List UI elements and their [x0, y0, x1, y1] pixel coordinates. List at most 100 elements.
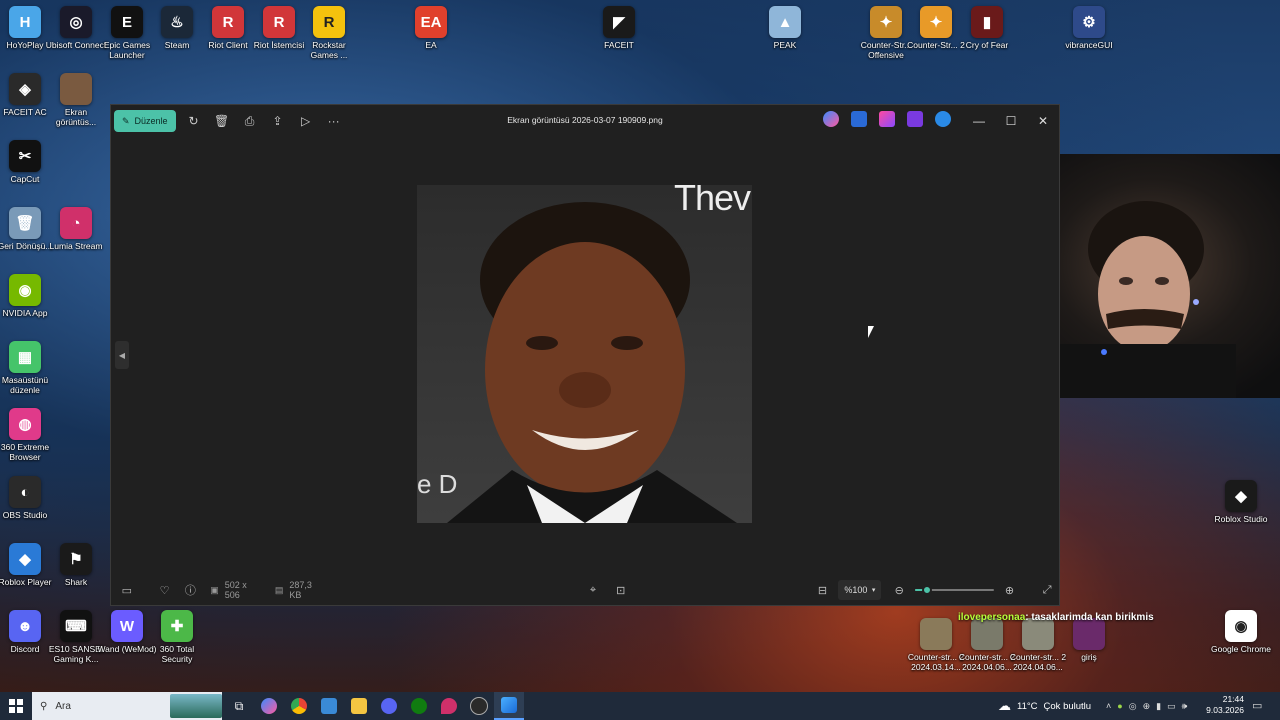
roblox-icon: ◆: [9, 543, 41, 575]
desktop-icon[interactable]: ✂ CapCut: [0, 140, 56, 184]
task-view-icon[interactable]: ⧉: [224, 692, 254, 720]
desktop-icon[interactable]: ◉ Google Chrome: [1210, 610, 1272, 654]
clock[interactable]: 21:44 9.03.2026: [1196, 694, 1244, 716]
network-icon[interactable]: ▭: [1167, 701, 1176, 712]
fit-to-window-icon[interactable]: ⊟: [811, 577, 835, 603]
ocr-icon[interactable]: ⊡: [609, 577, 633, 603]
zoom-slider[interactable]: [915, 583, 994, 597]
onedrive-icon[interactable]: [935, 111, 951, 127]
notifications-icon[interactable]: ▭: [1252, 699, 1262, 712]
designer-icon[interactable]: [851, 111, 867, 127]
favorite-icon[interactable]: ♡: [153, 577, 177, 603]
desktop-icon[interactable]: ◔ Lumia Stream: [45, 207, 107, 251]
clipchamp-video-icon[interactable]: [907, 111, 923, 127]
desktop-icon[interactable]: ⚙ vibranceGUI: [1058, 6, 1120, 50]
app-integrations: [823, 111, 951, 127]
displayed-image: Thev e D: [417, 185, 752, 523]
windows-start-icon[interactable]: [0, 692, 32, 720]
desktop-icon-label: Cry of Fear: [965, 40, 1009, 50]
desktop-icon-label: PEAK: [773, 40, 797, 50]
maximize-icon[interactable]: ☐: [995, 105, 1027, 137]
filmstrip-icon[interactable]: ▭: [115, 577, 139, 603]
minimize-icon[interactable]: —: [963, 105, 995, 137]
desktop-icon-label: Riot Client: [208, 40, 248, 50]
edit-button[interactable]: ✎ Düzenle: [114, 110, 176, 132]
counter-strike-icon: ✦: [870, 6, 902, 38]
desktop-icon[interactable]: Ekran görüntüs...: [45, 73, 107, 127]
desktop-icon[interactable]: giriş: [1058, 618, 1120, 662]
desktop-icon-label: Shark: [64, 577, 88, 587]
desktop-icon-label: OBS Studio: [2, 510, 48, 520]
desktop-icon-label: CapCut: [10, 174, 40, 184]
volume-icon[interactable]: 🕪: [1182, 701, 1188, 712]
info-icon[interactable]: ⓘ: [178, 577, 202, 603]
share-icon[interactable]: ⇪: [264, 109, 292, 133]
delete-icon[interactable]: 🗑: [208, 109, 236, 133]
desktop-icon[interactable]: ◆ Roblox Studio: [1210, 480, 1272, 524]
discord-taskbar-icon[interactable]: [374, 692, 404, 720]
zoom-select[interactable]: %100 ▾: [838, 580, 882, 600]
tray-app-icon[interactable]: ⊕: [1143, 701, 1151, 712]
close-icon[interactable]: ✕: [1027, 105, 1059, 137]
desktop-icon[interactable]: EA EA: [400, 6, 462, 50]
weather-widget[interactable]: ☁ 11°C Çok bulutlu: [998, 692, 1091, 720]
discord-icon: ☻: [9, 610, 41, 642]
desktop-icon-label: Lumia Stream: [49, 241, 103, 251]
wand-icon: W: [111, 610, 143, 642]
taskbar-search[interactable]: ⚲ Ara: [32, 692, 222, 720]
zoom-in-icon[interactable]: ⊕: [998, 577, 1022, 603]
obs-taskbar-icon[interactable]: [464, 692, 494, 720]
copilot-icon[interactable]: [823, 111, 839, 127]
app-taskbar-icon[interactable]: [314, 692, 344, 720]
search-highlight-graphic: [170, 694, 222, 718]
desktop-icon[interactable]: ✚ 360 Total Security: [146, 610, 208, 664]
zoom-out-icon[interactable]: ⊖: [887, 577, 911, 603]
obs-icon: ◐: [9, 476, 41, 508]
visual-search-icon[interactable]: ⌖: [581, 577, 605, 603]
capcut-icon: ✂: [9, 140, 41, 172]
zoom-value: %100: [844, 585, 868, 595]
desktop-icon-label: Riot İstemcisi: [253, 40, 305, 50]
desktop-icon-label: Roblox Player: [0, 577, 52, 587]
slideshow-icon[interactable]: ▷: [292, 109, 320, 133]
tray-app-icon[interactable]: ●: [1117, 701, 1122, 711]
fullscreen-icon[interactable]: ⤢: [1035, 577, 1059, 603]
copilot-taskbar-icon[interactable]: [254, 692, 284, 720]
microphone-icon[interactable]: ▮: [1156, 701, 1161, 712]
desktop-icon[interactable]: ◍ 360 Extreme Browser: [0, 408, 56, 462]
desktop-icon[interactable]: ◉ NVIDIA App: [0, 274, 56, 318]
print-icon[interactable]: ⎙: [236, 109, 264, 133]
cry-of-fear-icon: ▮: [971, 6, 1003, 38]
security-360-icon: ✚: [161, 610, 193, 642]
chat-message: : tasaklarimda kan birikmis: [1025, 612, 1154, 623]
more-options-icon[interactable]: ···: [320, 109, 348, 133]
chevron-down-icon: ▾: [871, 587, 876, 594]
chevron-up-icon[interactable]: ˄: [1106, 701, 1111, 711]
counter-strike-icon: ✦: [920, 6, 952, 38]
image-dimensions: 502 x 506: [224, 580, 247, 600]
rockstar-icon: R: [313, 6, 345, 38]
desktop-icon[interactable]: ◤ FACEIT: [588, 6, 650, 50]
nvidia-icon: ◉: [9, 274, 41, 306]
zoom-slider-thumb[interactable]: [921, 585, 932, 595]
photos-taskbar-icon[interactable]: [494, 692, 524, 720]
desktop-icon[interactable]: ▲ PEAK: [754, 6, 816, 50]
desktop-icon[interactable]: ⚑ Shark: [45, 543, 107, 587]
file-explorer-icon[interactable]: [344, 692, 374, 720]
desktop-icon[interactable]: ◐ OBS Studio: [0, 476, 56, 520]
xbox-icon[interactable]: [404, 692, 434, 720]
desktop-icon[interactable]: ▦ Masaüstünü düzenle: [0, 341, 56, 395]
clipchamp-icon[interactable]: [879, 111, 895, 127]
previous-image-button[interactable]: ◀: [115, 341, 129, 369]
image-file-icon: [920, 618, 952, 650]
desktop-icon-label: giriş: [1081, 652, 1097, 662]
desktop-icon-label: EA: [425, 40, 437, 50]
chrome-taskbar-icon[interactable]: [284, 692, 314, 720]
chrome-icon: ◉: [1225, 610, 1257, 642]
lumia-stream-icon: ◔: [60, 207, 92, 239]
desktop-icon[interactable]: ▮ Cry of Fear: [956, 6, 1018, 50]
lumia-taskbar-icon[interactable]: [434, 692, 464, 720]
tray-app-icon[interactable]: ◎: [1129, 701, 1137, 712]
desktop-icon[interactable]: R Rockstar Games ...: [298, 6, 360, 60]
rotate-icon[interactable]: ↻: [180, 109, 208, 133]
